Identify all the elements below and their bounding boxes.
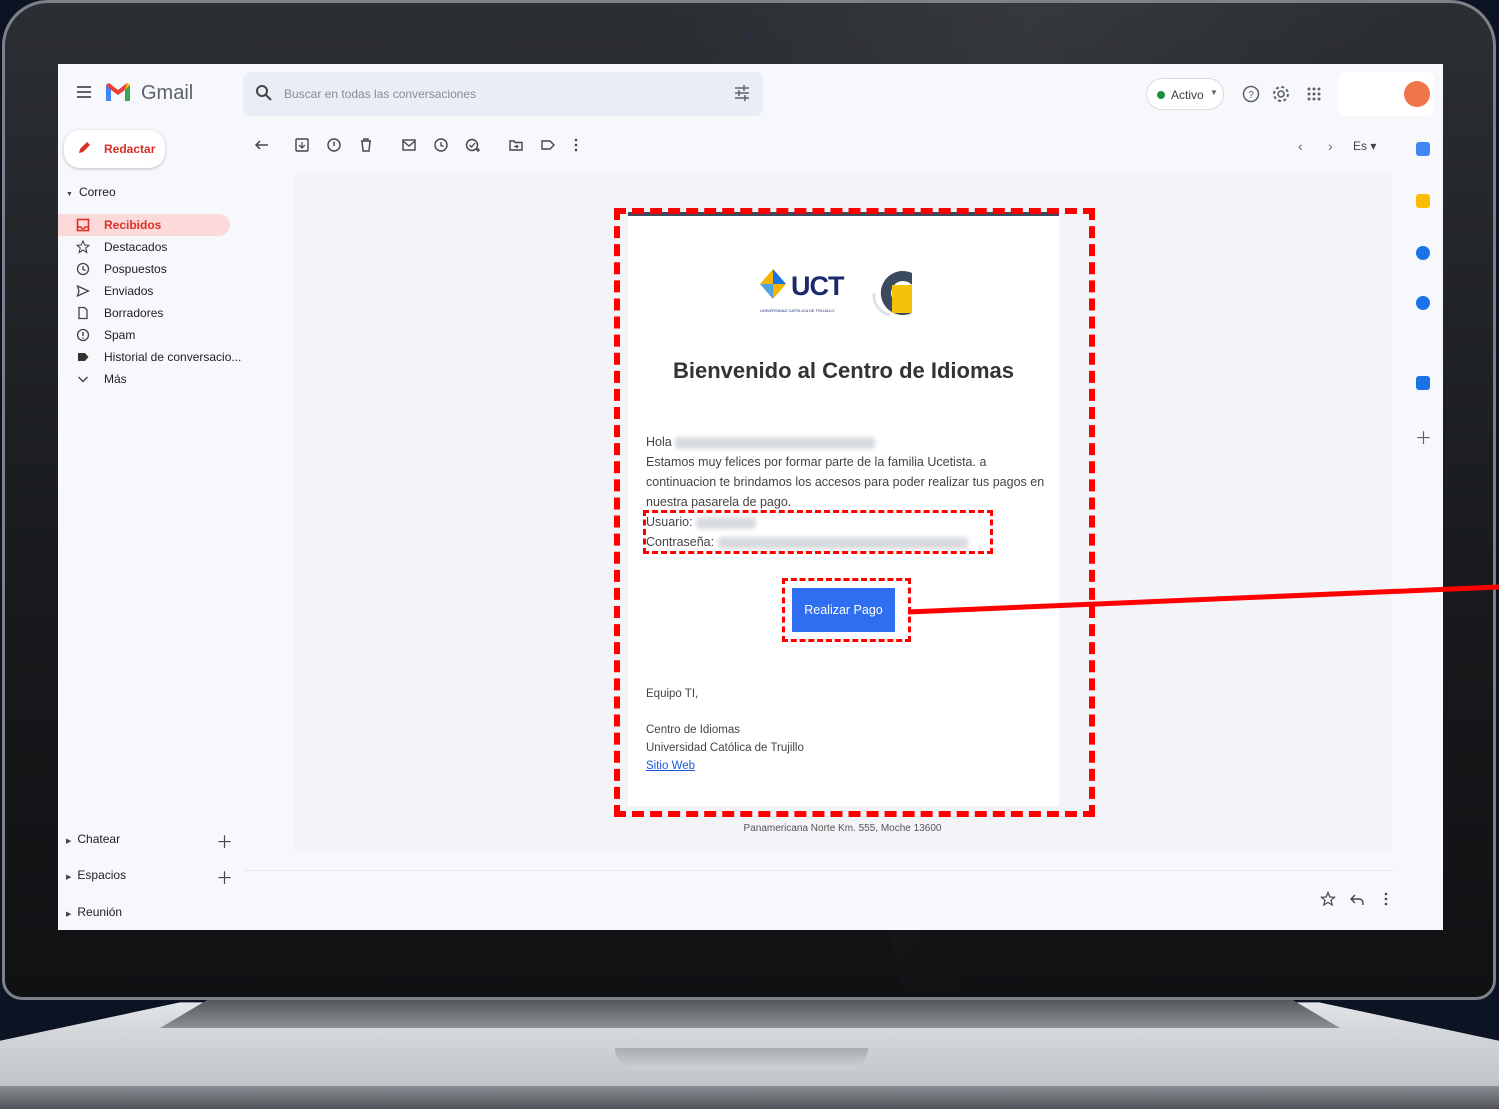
more-vertical-icon[interactable]	[1378, 891, 1394, 907]
language-label: Es	[1353, 139, 1368, 153]
help-icon[interactable]: ?	[1241, 84, 1261, 104]
webcam	[745, 32, 753, 40]
sidebar-item-label: Borradores	[104, 306, 164, 320]
avatar[interactable]	[1404, 81, 1430, 107]
mark-unread-icon[interactable]	[401, 137, 417, 153]
contacts-icon[interactable]	[1416, 296, 1430, 310]
mail-section-label: Correo	[78, 185, 116, 199]
caret-right-icon: ▶	[66, 874, 72, 881]
sidebar-item-sent[interactable]: Enviados	[58, 280, 230, 302]
search-options-icon[interactable]	[734, 85, 750, 101]
sidebar-item-label: Historial de conversacio...	[104, 350, 242, 364]
menu-icon[interactable]	[77, 86, 91, 100]
next-email-icon[interactable]: ›	[1328, 138, 1333, 154]
zoom-app-icon[interactable]	[1416, 376, 1430, 390]
back-arrow-icon[interactable]	[254, 137, 270, 153]
star-icon	[76, 240, 90, 254]
gmail-screen: Gmail Buscar en todas las conversaciones…	[58, 64, 1443, 930]
add-chat-icon[interactable]: ＋	[216, 828, 233, 853]
annotation-credentials-frame	[643, 510, 993, 554]
chat-section-label: Chatear	[77, 832, 121, 846]
sidebar-item-label: Pospuestos	[104, 262, 167, 276]
sidebar-item-label: Recibidos	[104, 218, 162, 232]
language-selector[interactable]: Es ▾	[1353, 139, 1376, 153]
annotation-button-frame	[782, 578, 911, 642]
draft-icon	[78, 306, 88, 320]
search-bar[interactable]: Buscar en todas las conversaciones	[243, 72, 763, 116]
svg-text:?: ?	[1248, 90, 1254, 101]
mail-section-header[interactable]: ▼ Correo	[66, 185, 116, 199]
snooze-icon[interactable]	[433, 137, 449, 153]
reply-icon[interactable]	[1349, 891, 1365, 907]
delete-icon[interactable]	[358, 137, 374, 153]
laptop-front-edge	[0, 1086, 1499, 1109]
settings-gear-icon[interactable]	[1271, 84, 1291, 104]
keep-icon[interactable]	[1416, 194, 1430, 208]
sidebar-item-more[interactable]: Más	[58, 368, 230, 390]
add-task-icon[interactable]	[465, 137, 481, 153]
gmail-header: Gmail Buscar en todas las conversaciones…	[58, 64, 1443, 124]
footer-address: Panamericana Norte Km. 555, Moche 13600	[743, 823, 942, 834]
compose-button[interactable]: Redactar	[64, 130, 165, 168]
gmail-logo-icon	[106, 83, 130, 101]
sidebar-item-label: Enviados	[104, 284, 154, 298]
apps-grid-icon[interactable]	[1304, 84, 1324, 104]
archive-icon[interactable]	[294, 137, 310, 153]
search-placeholder: Buscar en todas las conversaciones	[284, 87, 477, 101]
label-icon	[78, 353, 89, 361]
meet-section-header[interactable]: ▶ Reunión	[66, 905, 122, 919]
move-to-icon[interactable]	[508, 137, 524, 153]
caret-down-icon: ▼	[1210, 88, 1218, 97]
status-dot-icon	[1157, 91, 1165, 99]
meet-section-label: Reunión	[77, 905, 123, 919]
status-label: Activo	[1171, 88, 1204, 102]
label-tag-icon[interactable]	[540, 137, 556, 153]
caret-right-icon: ▶	[66, 838, 72, 845]
chat-section-header[interactable]: ▶ Chatear	[66, 832, 120, 846]
status-selector[interactable]: Activo ▼	[1146, 78, 1224, 110]
more-vertical-icon[interactable]	[568, 137, 584, 153]
gmail-brand: Gmail	[141, 82, 194, 104]
sidebar-item-label: Spam	[104, 328, 136, 342]
caret-right-icon: ▶	[66, 911, 72, 918]
star-icon[interactable]	[1320, 891, 1336, 907]
sidebar-item-label: Destacados	[104, 240, 168, 254]
report-spam-icon[interactable]	[326, 137, 342, 153]
previous-email-icon[interactable]: ‹	[1298, 138, 1303, 154]
sidebar-item-starred[interactable]: Destacados	[58, 236, 230, 258]
spam-icon	[76, 328, 90, 342]
add-addon-icon[interactable]: ＋	[1415, 424, 1432, 449]
laptop-keyboard-edge	[160, 1000, 1340, 1028]
add-space-icon[interactable]: ＋	[216, 864, 233, 889]
send-icon	[76, 284, 90, 298]
sidebar-item-label: Más	[104, 372, 127, 386]
search-icon[interactable]	[255, 84, 273, 102]
sidebar-item-chat-history[interactable]: Historial de conversacio...	[58, 346, 241, 368]
clock-icon	[76, 262, 90, 276]
tasks-icon[interactable]	[1416, 246, 1430, 260]
pencil-icon	[79, 142, 90, 153]
spaces-section-label: Espacios	[77, 868, 127, 882]
laptop-notch	[615, 1048, 868, 1070]
compose-label: Redactar	[104, 142, 156, 156]
side-panel-rail: ＋ ›	[1403, 124, 1443, 930]
spaces-section-header[interactable]: ▶ Espacios	[66, 868, 126, 882]
caret-down-icon: ▼	[66, 191, 73, 198]
thread-divider	[244, 870, 1394, 871]
inbox-icon	[76, 218, 90, 232]
sidebar-item-spam[interactable]: Spam	[58, 324, 230, 346]
account-area[interactable]	[1338, 72, 1434, 116]
sidebar-item-inbox[interactable]: Recibidos	[58, 214, 230, 236]
chevron-down-icon	[78, 376, 88, 383]
sidebar-item-drafts[interactable]: Borradores	[58, 302, 230, 324]
calendar-icon[interactable]	[1416, 142, 1430, 156]
sidebar-item-snoozed[interactable]: Pospuestos	[58, 258, 230, 280]
